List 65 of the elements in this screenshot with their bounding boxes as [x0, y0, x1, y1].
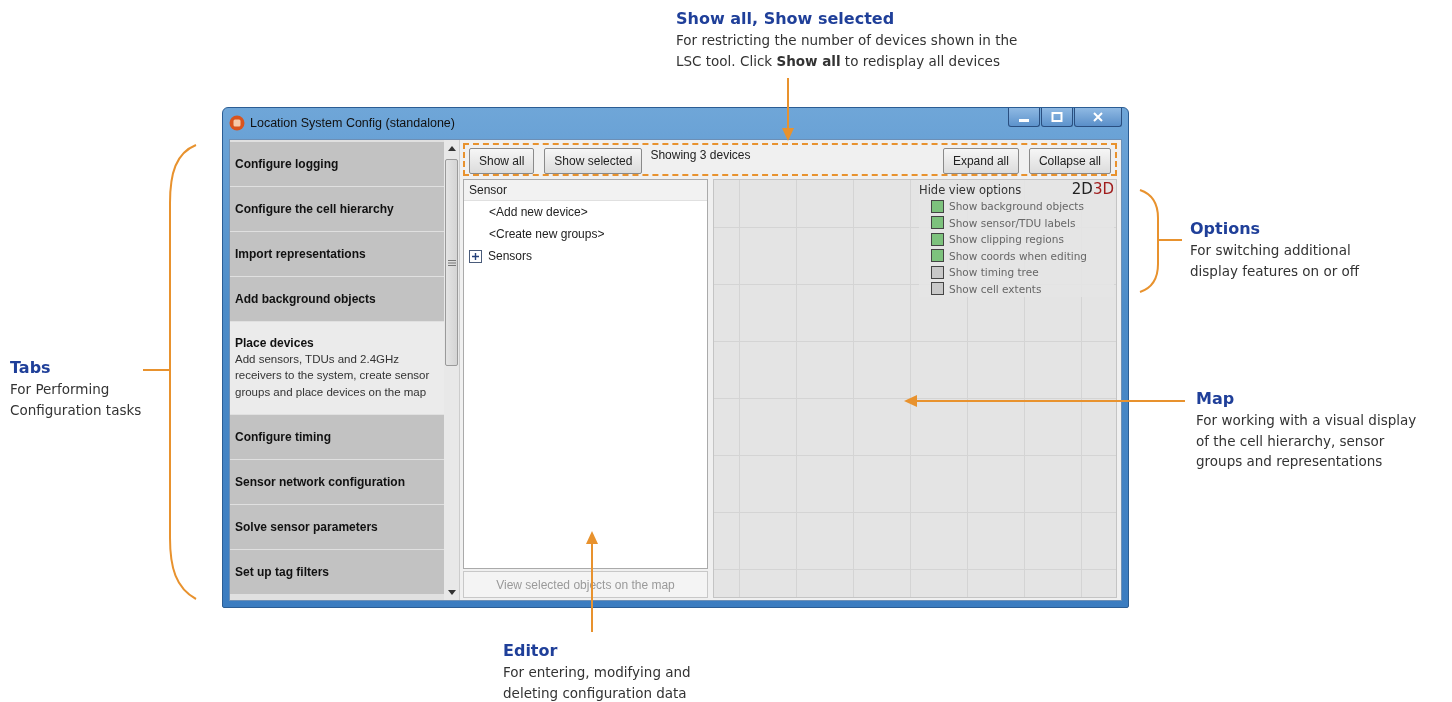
- callout-text: of the cell hierarchy, sensor: [1196, 431, 1385, 451]
- sidebar-tab[interactable]: Configure the cell hierarchy: [230, 187, 444, 231]
- callout-text: deleting configuration data: [503, 683, 687, 702]
- checkbox[interactable]: [931, 282, 944, 296]
- scrollbar[interactable]: [444, 140, 460, 600]
- option-label: Show background objects: [949, 200, 1084, 213]
- checkbox[interactable]: [931, 199, 944, 213]
- tree-item[interactable]: <Create new groups>: [469, 227, 605, 241]
- option-label: Show clipping regions: [949, 233, 1064, 246]
- expand-icon[interactable]: [469, 249, 482, 263]
- option-label: Show cell extents: [949, 282, 1042, 295]
- checkbox[interactable]: [931, 232, 944, 246]
- sidebar-tab[interactable]: Solve sensor parameters: [230, 505, 444, 549]
- sidebar-tab[interactable]: Configure timing: [230, 415, 444, 459]
- sidebar-tab[interactable]: Configure logging: [230, 142, 444, 186]
- callout-text: LSC tool. Click Show all to redisplay all devices: [676, 51, 1000, 71]
- toolbar-button[interactable]: Show selected: [544, 148, 643, 174]
- callout-title: Map: [1196, 388, 1235, 410]
- callout-text: For Performing: [10, 380, 110, 399]
- minimize-button[interactable]: [1008, 108, 1040, 127]
- window-title: Location System Config (standalone): [250, 115, 455, 130]
- map-canvas[interactable]: Hide view options 2D3D Show background objects Show sensor/TDU labels Show clipping regions Show coords when editing Show timing tree Show cell extents: [713, 179, 1117, 598]
- option-label: Show coords when editing: [949, 249, 1087, 262]
- option-label: Show sensor/TDU labels: [949, 216, 1076, 229]
- sidebar-tab[interactable]: Place devices Add sensors, TDUs and 2.4GHz receivers to the system, create sensor groups and place devices on the map: [230, 322, 444, 414]
- option-label: Show timing tree: [949, 266, 1039, 279]
- maximize-icon: [1051, 112, 1063, 122]
- close-button[interactable]: [1074, 108, 1122, 127]
- scrollbar-thumb[interactable]: [445, 159, 458, 366]
- callout-text: For restricting the number of devices shown in the: [676, 31, 1018, 50]
- view-mode-toggle[interactable]: 2D: [1071, 180, 1093, 198]
- callout-text: display features on or off: [1190, 261, 1360, 281]
- checkbox[interactable]: [931, 265, 944, 279]
- callout-title: Editor: [503, 640, 558, 662]
- grip-icon: [447, 259, 456, 266]
- toolbar-button[interactable]: Expand all: [942, 148, 1019, 174]
- maximize-button[interactable]: [1041, 108, 1073, 127]
- scroll-up-icon[interactable]: [447, 146, 456, 151]
- checkbox[interactable]: [931, 249, 944, 263]
- tree-item[interactable]: Sensors: [488, 249, 533, 263]
- toolbar-button[interactable]: Collapse all: [1028, 148, 1111, 174]
- sidebar-tab[interactable]: Set up tag filters: [230, 550, 444, 594]
- tree-item[interactable]: <Add new device>: [469, 205, 588, 219]
- checkbox[interactable]: [931, 216, 944, 230]
- callout-text: For switching additional: [1190, 241, 1351, 260]
- callout-text: groups and representations: [1196, 452, 1383, 471]
- callout-text: For entering, modifying and: [503, 663, 691, 682]
- sidebar-tab[interactable]: Add background objects: [230, 277, 444, 321]
- sidebar-tab[interactable]: Import representations: [230, 232, 444, 276]
- device-count: Showing 3 devices: [650, 148, 751, 162]
- scroll-down-icon[interactable]: [447, 590, 456, 595]
- app-logo-icon: [229, 114, 245, 131]
- callout-title: Show all, Show selected: [676, 8, 895, 30]
- column-header: Sensor: [464, 180, 707, 201]
- sidebar-tab[interactable]: Sensor network configuration: [230, 460, 444, 504]
- view-mode-toggle[interactable]: 3D: [1092, 180, 1114, 198]
- toolbar-button[interactable]: Show all: [469, 148, 535, 174]
- minimize-icon: [1019, 118, 1029, 122]
- callout-title: Options: [1190, 218, 1261, 240]
- hide-options-link[interactable]: Hide view options: [919, 183, 1022, 197]
- callout-text: Configuration tasks: [10, 400, 142, 420]
- callout-title: Tabs: [10, 357, 51, 379]
- close-icon: [1092, 112, 1104, 122]
- callout-arrow: [781, 78, 795, 142]
- callout-text: For working with a visual display: [1196, 411, 1417, 430]
